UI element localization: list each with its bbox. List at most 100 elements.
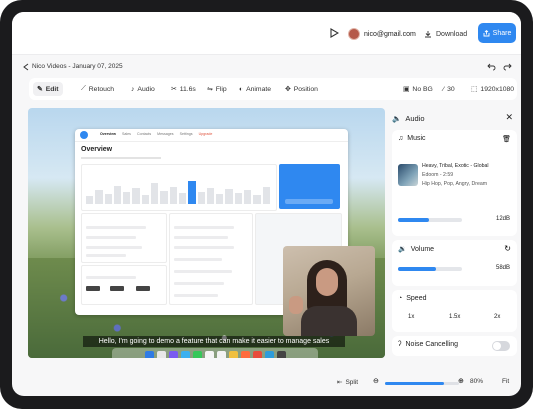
trash-icon[interactable]: 🗑 [502, 135, 511, 143]
zoom-slider[interactable] [385, 382, 459, 385]
magic-wand-icon: ⟋ [81, 85, 86, 92]
zoom-value: 80% [470, 378, 484, 385]
audio-panel: 🔈 Audio ✕ ♫ Music 🗑 Heavy, Tribal, Exoti… [392, 108, 517, 360]
music-section: ♫ Music 🗑 Heavy, Tribal, Exotic - Global… [392, 130, 517, 236]
tool-fps-label: 30 [447, 85, 455, 93]
track-artwork [398, 164, 418, 186]
tool-position[interactable]: ✥ Position [285, 82, 318, 96]
noise-section: ʔ Noise Cancelling [392, 336, 517, 356]
music-level-fill [398, 218, 429, 222]
track-title: Heavy, Tribal, Exotic - Global [422, 163, 489, 169]
avatar [348, 28, 360, 40]
user-account[interactable]: nico@gmail.com [348, 26, 416, 42]
video-canvas[interactable]: Overview Sales Contacts Messages Setting… [28, 108, 385, 358]
slash-icon: ⁄ [443, 85, 445, 93]
flip-icon: ⇋ [207, 86, 213, 93]
ear-icon: ʔ [398, 341, 402, 348]
split-icon: ⇤ [337, 379, 343, 386]
caption-text[interactable]: Hello, I'm going to demo a feature that … [83, 336, 345, 347]
project-title: Nico Videos - January 07, 2025 [32, 63, 123, 70]
move-icon: ✥ [285, 86, 291, 93]
tool-remove-bg-label: No BG [412, 85, 433, 93]
music-level-value: 12dB [496, 216, 511, 222]
tool-retouch[interactable]: ⟋ Retouch [81, 82, 114, 96]
edit-toolbar: ✎ Edit ⟋ Retouch ♪ Audio ✂ 11.6s ⇋ Flip … [29, 78, 517, 100]
close-icon[interactable]: ✕ [505, 112, 513, 123]
zoom-out-icon[interactable]: ⊖ [373, 377, 379, 385]
volume-label-row: 🔉 Volume [398, 245, 435, 254]
tool-flip-label: Flip [215, 85, 227, 93]
app-logo [80, 131, 88, 139]
download-button[interactable]: Download [424, 26, 467, 42]
split-button[interactable]: ⇤ Split [337, 378, 359, 387]
volume-section: 🔉 Volume ↻ 58dB [392, 240, 517, 286]
recorded-tab: Settings [179, 132, 193, 136]
noise-label-row: ʔ Noise Cancelling [398, 341, 458, 348]
recorded-tab: Overview [100, 132, 116, 136]
traffic-bars [86, 178, 270, 204]
animate-icon: ◐ [239, 85, 244, 93]
music-icon: ♫ [398, 135, 404, 142]
inventory-card [81, 213, 167, 263]
bottom-bar: ⇤ Split ⊖ ⊕ 80% Fit [12, 372, 521, 396]
recorded-page-title: Overview [81, 146, 113, 153]
tool-audio-label: Audio [137, 85, 155, 93]
volume-icon: 🔉 [398, 246, 407, 253]
webcam-overlay[interactable] [283, 246, 375, 336]
tool-resolution[interactable]: ⬚ 1920x1080 [471, 82, 514, 96]
volume-slider[interactable] [398, 267, 462, 271]
volume-label: Volume [410, 245, 435, 253]
tool-duration[interactable]: ✂ 11.6s [171, 82, 196, 96]
undo-icon[interactable] [486, 62, 496, 72]
resolution-icon: ⬚ [471, 86, 478, 93]
recorded-subtitle-line [81, 157, 161, 159]
recorded-tab: Contacts [136, 132, 152, 136]
recorded-promo-card [279, 164, 340, 209]
recorded-dock [112, 348, 318, 358]
reset-icon[interactable]: ↻ [504, 244, 511, 253]
presenter-body [301, 306, 357, 336]
transaction-card [169, 213, 253, 305]
share-button[interactable]: Share [478, 23, 516, 43]
speed-option-2x[interactable]: 2x [494, 314, 500, 320]
music-level-slider[interactable] [398, 218, 462, 222]
order-status-card [81, 265, 167, 305]
tool-audio[interactable]: ♪ Audio [131, 82, 155, 96]
noise-cancelling-toggle[interactable] [492, 341, 510, 351]
tool-edit-label: Edit [45, 85, 59, 93]
share-icon [483, 29, 490, 36]
redo-icon[interactable] [502, 62, 512, 72]
split-label: Split [345, 378, 359, 386]
zoom-in-icon[interactable]: ⊕ [458, 377, 464, 385]
title-row: Nico Videos - January 07, 2025 [12, 54, 521, 80]
music-label-row: ♫ Music [398, 135, 426, 142]
tool-duration-label: 11.6s [179, 85, 196, 93]
track-tags: Hip Hop, Pop, Angry, Dream [422, 181, 488, 187]
panel-header: 🔈 Audio ✕ [392, 108, 517, 128]
presenter-face [316, 268, 338, 296]
play-icon[interactable] [329, 28, 339, 38]
speed-icon: ◔ [398, 295, 403, 302]
recorded-badge: Upgrade [198, 132, 213, 136]
tool-fps[interactable]: ⁄ 30 [443, 82, 455, 96]
recorded-tab: Sales [121, 132, 131, 136]
chevron-left-icon[interactable] [22, 63, 30, 71]
panel-title: Audio [405, 113, 425, 123]
top-bar: nico@gmail.com Download Share [12, 12, 521, 55]
speed-option-1-5x[interactable]: 1.5x [449, 314, 460, 320]
tool-remove-bg[interactable]: ▣ No BG [403, 82, 433, 96]
tool-resolution-label: 1920x1080 [480, 85, 515, 93]
fit-button[interactable]: Fit [502, 378, 509, 385]
app-screen: nico@gmail.com Download Share Nico Video… [12, 12, 521, 396]
tool-edit[interactable]: ✎ Edit [33, 82, 63, 96]
tool-flip[interactable]: ⇋ Flip [207, 82, 227, 96]
recorded-app-nav: Overview Sales Contacts Messages Setting… [75, 129, 348, 142]
speed-section: ◔ Speed 1x 1.5x 2x [392, 290, 517, 332]
tool-position-label: Position [293, 85, 318, 93]
tablet-frame: nico@gmail.com Download Share Nico Video… [0, 0, 533, 409]
tool-retouch-label: Retouch [88, 85, 115, 93]
recorded-app-tabs: Overview Sales Contacts Messages Setting… [100, 132, 212, 136]
download-label: Download [436, 30, 468, 38]
tool-animate[interactable]: ◐ Animate [239, 82, 271, 96]
speed-option-1x[interactable]: 1x [408, 314, 414, 320]
